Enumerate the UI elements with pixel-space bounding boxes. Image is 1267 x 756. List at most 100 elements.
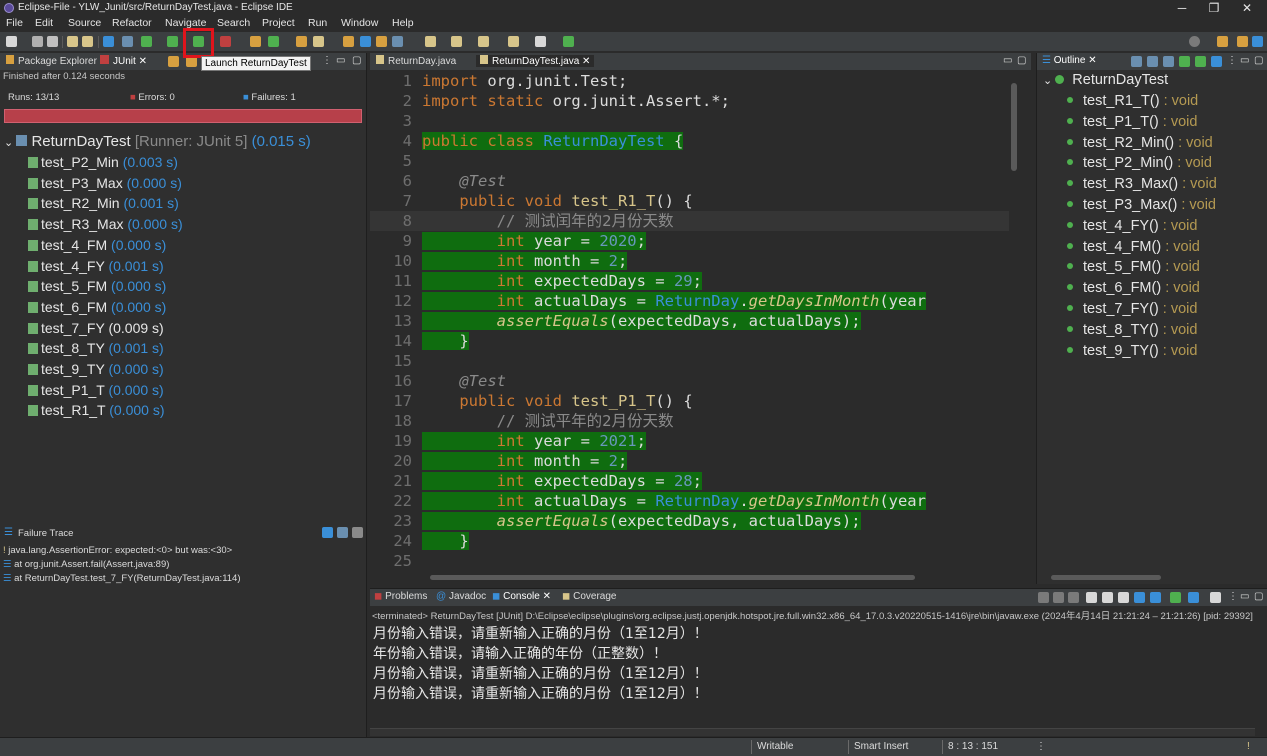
code-line[interactable]: 2 import static org.junit.Assert.*; [370,91,1009,111]
test-result-row[interactable]: test_9_TY (0.000 s) [28,361,164,377]
menu-window[interactable]: Window [341,17,378,29]
pin-editor-icon[interactable] [563,36,574,47]
code-line[interactable]: 3 [370,111,1009,131]
maximize-editor-icon[interactable]: ▢ [1017,55,1026,66]
new-file-icon[interactable] [6,36,17,47]
outline-method[interactable]: test_8_TY() : void [1067,322,1197,338]
code-line[interactable]: 23 assertEquals(expectedDays, actualDays… [370,511,1009,531]
open-console-icon[interactable] [1210,592,1221,603]
editor-horizontal-scrollbar[interactable] [430,575,915,580]
last-edit-icon[interactable] [478,36,489,47]
menu-help[interactable]: Help [392,17,414,29]
run-icon[interactable] [167,36,178,47]
scroll-lock-icon[interactable] [1102,592,1113,603]
minimize-button[interactable]: ─ [1165,0,1199,16]
tab-problems[interactable]: ◼ Problems [374,591,427,602]
code-line[interactable]: 25 [370,551,1009,571]
console-horizontal-scrollbar[interactable] [370,728,1255,736]
test-result-row[interactable]: test_4_FY (0.001 s) [28,258,164,274]
word-wrap-console-icon[interactable] [1118,592,1129,603]
test-result-row[interactable]: test_8_TY (0.001 s) [28,340,164,356]
next-annotation-icon[interactable] [425,36,436,47]
code-line[interactable]: 11 int expectedDays = 29; [370,271,1009,291]
back-icon[interactable] [508,36,519,47]
test-result-row[interactable]: test_7_FY (0.009 s) [28,320,164,336]
outline-method[interactable]: test_9_TY() : void [1067,343,1197,359]
copy-trace-icon[interactable] [352,527,363,538]
forward-icon[interactable] [535,36,546,47]
code-line[interactable]: 22 int actualDays = ReturnDay.getDaysInM… [370,491,1009,511]
code-line[interactable]: 15 [370,351,1009,371]
code-line[interactable]: 9 int year = 2020; [370,231,1009,251]
outline-method[interactable]: test_4_FM() : void [1067,239,1200,255]
code-line[interactable]: 14 } [370,331,1009,351]
console-minimize-icon[interactable]: ▭ [1240,591,1249,602]
code-line[interactable]: 16 @Test [370,371,1009,391]
pin-console-icon[interactable] [1170,592,1181,603]
test-result-row[interactable]: test_R3_Max (0.000 s) [28,216,183,232]
outline-method[interactable]: test_R2_Min() : void [1067,135,1213,151]
java-perspective-icon[interactable] [1237,36,1248,47]
menu-source[interactable]: Source [68,17,101,29]
terminal-icon[interactable] [103,36,114,47]
hide-static-icon[interactable] [1179,56,1190,67]
test-result-row[interactable]: test_R2_Min (0.001 s) [28,195,179,211]
new-class-icon[interactable] [268,36,279,47]
outline-method[interactable]: test_4_FY() : void [1067,218,1197,234]
next-failure-icon[interactable] [168,56,179,67]
filter-trace-icon[interactable] [322,527,333,538]
console-maximize-icon[interactable]: ▢ [1254,591,1263,602]
search-icon[interactable] [1189,36,1200,47]
tab-returnday-java[interactable]: ReturnDay.java [376,55,456,67]
trace-line[interactable]: ☰ at org.junit.Assert.fail(Assert.java:8… [3,559,169,570]
hide-local-types-icon[interactable] [1211,56,1222,67]
remove-all-icon[interactable] [1068,592,1079,603]
compare-result-icon[interactable] [337,527,348,538]
debug-perspective-icon[interactable] [1252,36,1263,47]
code-line[interactable]: 20 int month = 2; [370,451,1009,471]
trace-line[interactable]: ! java.lang.AssertionError: expected:<0>… [3,545,232,556]
show-whitespace-icon[interactable] [392,36,403,47]
outline-method[interactable]: test_R3_Max() : void [1067,176,1217,192]
remove-launch-icon[interactable] [1053,592,1064,603]
redo-icon[interactable] [82,36,93,47]
outline-minimize-icon[interactable]: ▭ [1240,55,1249,66]
debug-icon[interactable] [141,36,152,47]
outline-method[interactable]: test_P2_Min() : void [1067,155,1212,171]
menu-run[interactable]: Run [308,17,327,29]
view-menu-icon[interactable]: ⋮ [322,55,332,66]
console-menu-icon[interactable]: ⋮ [1228,591,1238,602]
minimize-view-icon[interactable]: ▭ [336,55,345,66]
tab-console[interactable]: ◼ Console ✕ [492,591,551,602]
menu-search[interactable]: Search [217,17,250,29]
code-line[interactable]: 1 import org.junit.Test; [370,71,1009,91]
tab-package-explorer[interactable]: Package Explorer [6,55,97,67]
close-button[interactable]: ✕ [1230,0,1264,16]
outline-method[interactable]: test_6_FM() : void [1067,280,1200,296]
code-line[interactable]: 18 // 测试平年的2月份天数 [370,411,1009,431]
show-on-error-icon[interactable] [1150,592,1161,603]
show-on-output-icon[interactable] [1134,592,1145,603]
tab-junit[interactable]: JUnit ✕ [100,55,147,67]
code-line[interactable]: 7 public void test_R1_T() { [370,191,1009,211]
save-icon[interactable] [32,36,43,47]
notification-icon[interactable]: ! [1247,741,1250,752]
hide-fields-icon[interactable] [1163,56,1174,67]
editor-vertical-scrollbar[interactable] [1011,83,1017,171]
code-line[interactable]: 24 } [370,531,1009,551]
code-line[interactable]: 4 public class ReturnDayTest { [370,131,1009,151]
coverage-icon[interactable] [220,36,231,47]
code-line[interactable]: 19 int year = 2021; [370,431,1009,451]
code-line[interactable]: 12 int actualDays = ReturnDay.getDaysInM… [370,291,1009,311]
code-area[interactable]: 1 import org.junit.Test; 2 import static or… [370,71,1009,571]
status-menu-icon[interactable]: ⋮ [1036,741,1046,752]
maximize-view-icon[interactable]: ▢ [352,55,361,66]
toggle-mark-icon[interactable] [343,36,354,47]
open-perspective-icon[interactable] [1217,36,1228,47]
insert-mode-status[interactable]: Smart Insert [854,741,908,752]
outline-maximize-icon[interactable]: ▢ [1254,55,1263,66]
outline-method[interactable]: test_7_FY() : void [1067,301,1197,317]
tab-javadoc[interactable]: @ Javadoc [436,591,486,602]
outline-horizontal-scrollbar[interactable] [1051,575,1161,580]
test-tree-root[interactable]: ⌄ ReturnDayTest [Runner: JUnit 5] (0.015… [4,133,311,150]
